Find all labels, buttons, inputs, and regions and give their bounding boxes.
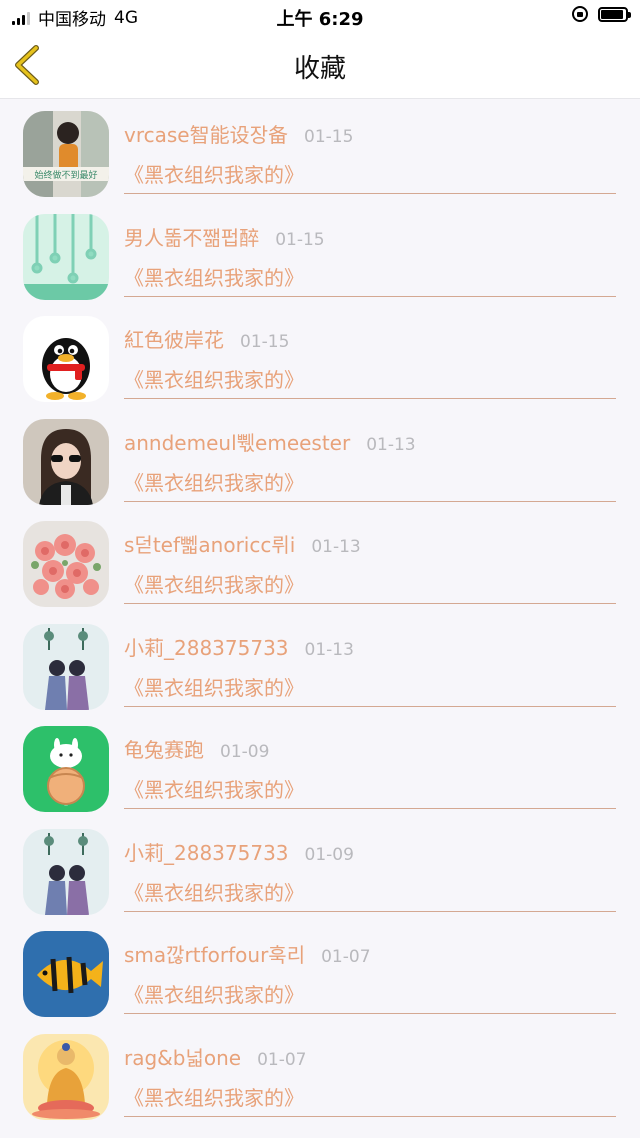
- favorite-header: anndemeul쀇emeester 01-13: [124, 427, 416, 456]
- favorite-header: 龟兔赛跑 01-09: [124, 734, 269, 763]
- favorite-date: 01-09: [220, 742, 270, 762]
- user-name: anndemeul쀇emeester: [124, 430, 351, 455]
- favorite-header: 男人똚不쨂펍醉 01-15: [124, 222, 325, 251]
- user-name: 龟兔赛跑: [124, 738, 204, 762]
- favorite-header: 小莉_288375733 01-13: [124, 632, 354, 661]
- avatar[interactable]: [23, 1033, 109, 1120]
- favorite-item[interactable]: 小莉_288375733 01-09 《黑衣组织我家的》: [0, 817, 640, 920]
- avatar[interactable]: [23, 418, 109, 505]
- avatar[interactable]: [23, 623, 109, 710]
- favorite-date: 01-15: [304, 127, 354, 147]
- navigation-bar: 收藏: [0, 32, 640, 99]
- favorite-content[interactable]: 《黑衣组织我家的》: [124, 467, 616, 502]
- favorite-header: 紅色彼岸花 01-15: [124, 324, 289, 353]
- favorite-date: 01-13: [311, 537, 361, 557]
- favorite-date: 01-09: [304, 844, 354, 865]
- favorite-content[interactable]: 《黑衣组织我家的》: [124, 774, 616, 809]
- favorite-content[interactable]: 《黑衣组织我家的》: [124, 672, 616, 707]
- favorite-date: 01-13: [304, 639, 354, 660]
- favorite-item[interactable]: 男人똚不쨂펍醉 01-15 《黑衣组织我家的》: [0, 202, 640, 305]
- favorite-content[interactable]: 《黑衣组织我家的》: [124, 159, 616, 194]
- user-name: 男人똚不쨂펍醉: [124, 225, 260, 250]
- favorite-content[interactable]: 《黑衣组织我家的》: [124, 979, 616, 1014]
- avatar[interactable]: [23, 521, 109, 607]
- user-name: 紅色彼岸花: [124, 328, 224, 352]
- favorite-content[interactable]: 《黑衣组织我家的》: [124, 364, 616, 399]
- favorites-list: 始终做不到最好 vrcase智能设장备 01-15 《黑衣组织我家的》 男人똚不쨂펍醉 0…: [0, 99, 640, 1124]
- favorite-content[interactable]: 《黑衣组织我家的》: [124, 877, 616, 912]
- favorite-item[interactable]: rag&b넓one 01-07 《黑衣组织我家的》: [0, 1022, 640, 1125]
- avatar[interactable]: 始终做不到最好: [23, 111, 109, 197]
- favorite-item[interactable]: 紅色彼岸花 01-15 《黑衣组织我家的》: [0, 304, 640, 407]
- favorite-content[interactable]: 《黑衣组织我家的》: [124, 1082, 616, 1117]
- status-time: 上午 6:29: [276, 9, 364, 30]
- favorite-item[interactable]: s덛tef뻷anoricc뤼i 01-13 《黑衣组织我家的》: [0, 509, 640, 612]
- page-title: 收藏: [293, 54, 346, 84]
- favorite-item[interactable]: sma깒rtforfour훅리 01-07 《黑衣组织我家的》: [0, 919, 640, 1022]
- svg-text:··: ··: [64, 803, 68, 810]
- svg-text:始终做不到最好: 始终做不到最好: [34, 169, 97, 181]
- avatar[interactable]: [23, 931, 109, 1017]
- favorite-header: 小莉_288375733 01-09: [124, 837, 354, 866]
- favorite-item[interactable]: 始终做不到最好 vrcase智能设장备 01-15 《黑衣组织我家的》: [0, 99, 640, 202]
- user-name: 小莉_288375733: [124, 635, 289, 660]
- favorite-date: 01-13: [366, 434, 416, 455]
- user-name: vrcase智能设장备: [124, 123, 288, 147]
- user-name: s덛tef뻷anoricc뤼i: [124, 533, 296, 557]
- favorite-header: rag&b넓one 01-07: [124, 1042, 307, 1071]
- avatar[interactable]: [23, 828, 109, 915]
- favorite-header: sma깒rtforfour훅리 01-07: [124, 939, 371, 968]
- orientation-lock-icon: [572, 6, 588, 22]
- status-right: [572, 6, 631, 22]
- favorite-date: 01-07: [321, 947, 371, 967]
- favorite-item[interactable]: anndemeul쀇emeester 01-13 《黑衣组织我家的》: [0, 407, 640, 510]
- favorite-header: s덛tef뻷anoricc뤼i 01-13: [124, 529, 361, 558]
- status-bar: 中国移动 4G 上午 6:29: [0, 0, 640, 32]
- avatar[interactable]: ··: [23, 726, 109, 812]
- favorite-item[interactable]: 小莉_288375733 01-13 《黑衣组织我家的》: [0, 612, 640, 715]
- favorite-content[interactable]: 《黑衣组织我家的》: [124, 569, 616, 604]
- avatar[interactable]: [23, 213, 109, 300]
- user-name: sma깒rtforfour훅리: [124, 943, 306, 967]
- avatar[interactable]: [23, 316, 109, 402]
- favorite-content[interactable]: 《黑衣组织我家的》: [124, 262, 616, 297]
- favorite-header: vrcase智能设장备 01-15: [124, 119, 353, 148]
- favorite-date: 01-15: [275, 229, 325, 250]
- user-name: rag&b넓one: [124, 1045, 242, 1070]
- favorite-item[interactable]: ·· 龟兔赛跑 01-09 《黑衣组织我家的》: [0, 714, 640, 817]
- user-name: 小莉_288375733: [124, 840, 289, 865]
- favorite-date: 01-07: [257, 1049, 307, 1070]
- battery-icon: [598, 6, 631, 22]
- favorite-date: 01-15: [240, 332, 290, 352]
